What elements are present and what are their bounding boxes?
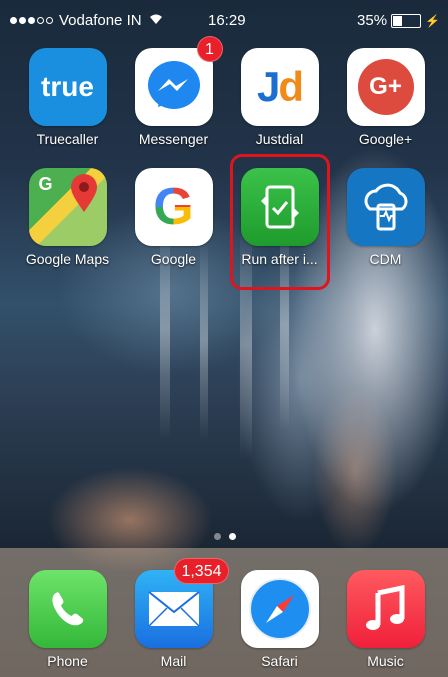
page-indicator[interactable] xyxy=(214,533,236,540)
music-icon xyxy=(346,570,425,648)
app-google[interactable]: G Google xyxy=(126,168,221,267)
messenger-icon: 1 xyxy=(134,36,223,126)
app-google-plus[interactable]: G+ Google+ xyxy=(338,48,433,147)
app-label: Truecaller xyxy=(36,131,99,147)
app-justdial[interactable]: Jd Justdial xyxy=(232,48,327,147)
dock-mail[interactable]: 1,354 Mail xyxy=(126,558,229,669)
battery-percent: 35% xyxy=(357,12,388,29)
truecaller-icon: true xyxy=(28,48,107,126)
dock-phone[interactable]: Phone xyxy=(20,570,115,669)
wallpaper-streak xyxy=(200,240,208,440)
google-maps-icon: G xyxy=(28,168,107,246)
app-google-maps[interactable]: G Google Maps xyxy=(20,168,115,267)
app-label: Justdial xyxy=(255,131,304,147)
app-truecaller[interactable]: true Truecaller xyxy=(20,48,115,147)
dock-music[interactable]: Music xyxy=(338,570,433,669)
charging-icon: ⚡ xyxy=(425,13,440,28)
app-label: Messenger xyxy=(138,131,209,147)
app-label: Google+ xyxy=(358,131,413,147)
app-label: Phone xyxy=(47,653,88,669)
signal-strength-icon xyxy=(10,17,53,24)
phone-icon xyxy=(28,570,107,648)
app-label: Safari xyxy=(261,653,298,669)
wifi-icon xyxy=(148,12,164,29)
app-cdm[interactable]: CDM xyxy=(338,168,433,267)
highlight-box xyxy=(230,154,330,290)
safari-icon xyxy=(240,570,319,648)
app-label: CDM xyxy=(369,251,402,267)
app-label: Google xyxy=(150,251,197,267)
page-dot-active xyxy=(229,533,236,540)
status-time: 16:29 xyxy=(208,12,246,29)
notification-badge: 1 xyxy=(196,36,223,62)
mail-icon: 1,354 xyxy=(134,558,229,648)
app-label: Music xyxy=(367,653,404,669)
carrier-name: Vodafone IN xyxy=(59,12,142,29)
page-dot xyxy=(214,533,221,540)
cdm-icon xyxy=(346,168,425,246)
google-plus-icon: G+ xyxy=(346,48,425,126)
app-messenger[interactable]: 1 Messenger xyxy=(126,36,223,147)
app-label: Google Maps xyxy=(25,251,110,267)
justdial-icon: Jd xyxy=(240,48,319,126)
notification-badge: 1,354 xyxy=(174,558,229,584)
dock-safari[interactable]: Safari xyxy=(232,570,327,669)
battery-icon xyxy=(391,13,422,28)
app-label: Mail xyxy=(160,653,187,669)
google-icon: G xyxy=(134,168,213,246)
status-bar: Vodafone IN 16:29 35% ⚡ xyxy=(0,0,448,40)
